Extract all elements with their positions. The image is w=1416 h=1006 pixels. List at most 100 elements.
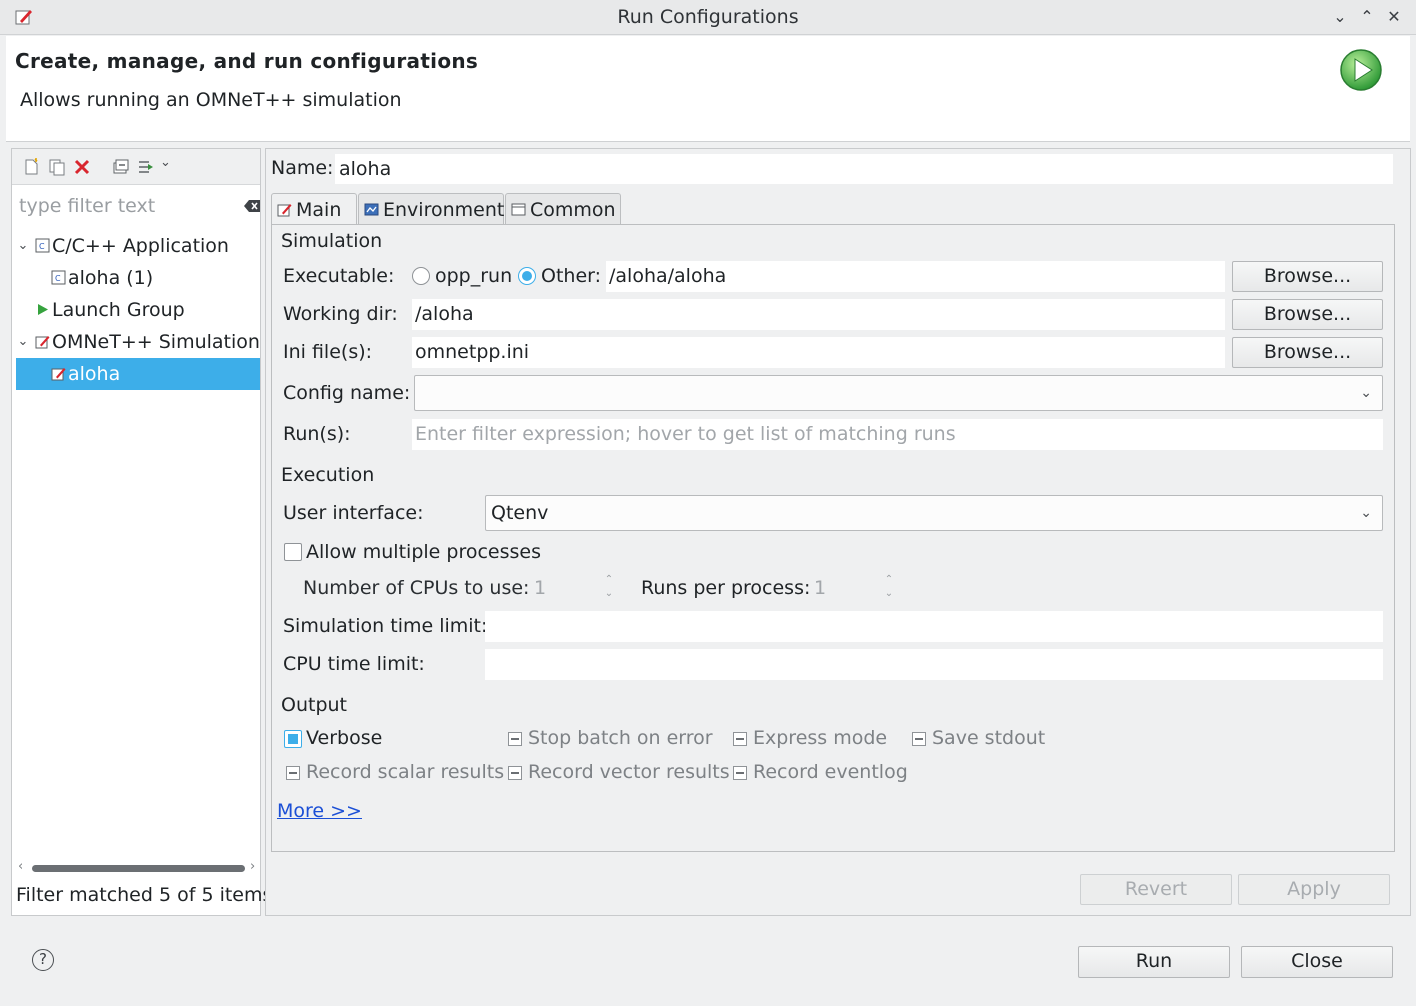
ini-files-label: Ini file(s):	[283, 341, 373, 363]
tree-item-omnetpp-simulation[interactable]: ⌄ OMNeT++ Simulation	[16, 326, 260, 358]
config-name-select[interactable]: ⌄	[414, 375, 1383, 411]
filter-input[interactable]	[16, 192, 236, 220]
ini-files-input[interactable]: omnetpp.ini	[412, 337, 1225, 368]
sim-time-limit-input[interactable]	[485, 611, 1383, 642]
clear-filter-icon[interactable]	[243, 198, 261, 214]
window-title: Run Configurations	[617, 6, 799, 28]
minimize-icon[interactable]: ⌄	[1329, 6, 1351, 28]
title-bar: Run Configurations ⌄ ⌃ ✕	[0, 0, 1416, 35]
horizontal-scrollbar[interactable]: ‹ ›	[18, 859, 258, 877]
chevron-down-icon[interactable]: ⌄	[16, 326, 30, 358]
apply-button[interactable]: Apply	[1238, 874, 1390, 905]
chevron-down-icon: ⌄	[1360, 505, 1372, 521]
scroll-right-icon[interactable]: ›	[250, 859, 255, 874]
allow-multiple-processes-checkbox[interactable]	[284, 543, 302, 561]
cpp-app-icon: C	[35, 238, 50, 253]
chevron-down-icon: ⌄	[1360, 385, 1372, 401]
user-interface-value: Qtenv	[491, 502, 549, 524]
section-output: Output	[281, 694, 347, 716]
runs-per-process-spinner[interactable]: ⌃ ⌄	[883, 573, 895, 603]
verbose-label: Verbose	[306, 727, 383, 749]
opp-run-radio[interactable]	[412, 267, 430, 285]
filter-box	[16, 192, 260, 222]
runs-per-process-value[interactable]: 1	[814, 577, 826, 599]
runs-per-process-label: Runs per process:	[641, 577, 811, 599]
cpu-time-limit-label: CPU time limit:	[283, 653, 425, 675]
cpus-value[interactable]: 1	[534, 577, 546, 599]
tree-item-cpp-application[interactable]: ⌄ C C/C++ Application	[16, 230, 260, 262]
cpus-spinner[interactable]: ⌃ ⌄	[603, 573, 615, 603]
tree-item-launch-group[interactable]: Launch Group	[16, 294, 260, 326]
omnetpp-icon	[277, 204, 292, 217]
browse-executable-button[interactable]: Browse...	[1232, 261, 1383, 292]
opp-run-label: opp_run	[435, 265, 513, 287]
stop-batch-checkbox[interactable]	[508, 732, 522, 746]
main-tab-panel: Simulation Executable: opp_run Other: /a…	[271, 224, 1395, 852]
svg-text:C: C	[39, 242, 45, 251]
other-label: Other:	[541, 265, 602, 287]
config-name-label: Config name:	[283, 382, 411, 404]
scroll-left-icon[interactable]: ‹	[18, 859, 23, 874]
configuration-tree: ⌄ C C/C++ Application C aloha (1) Launch…	[16, 230, 260, 390]
tab-common[interactable]: Common	[505, 193, 621, 225]
cpus-label: Number of CPUs to use:	[303, 577, 530, 599]
tab-environment[interactable]: Environment	[358, 193, 504, 225]
name-input[interactable]: aloha	[335, 154, 1393, 184]
scrollbar-thumb[interactable]	[32, 865, 245, 872]
tab-strip: Main Environment Common	[271, 193, 1395, 225]
record-scalar-checkbox[interactable]	[286, 766, 300, 780]
filter-menu-icon[interactable]	[137, 158, 155, 176]
close-button[interactable]: Close	[1241, 946, 1393, 978]
omnetpp-icon	[51, 368, 66, 381]
runs-input[interactable]: Enter filter expression; hover to get li…	[412, 419, 1383, 450]
common-icon	[511, 203, 526, 216]
browse-ini-button[interactable]: Browse...	[1232, 337, 1383, 368]
config-toolbar: ⌄	[12, 149, 260, 185]
chevron-down-icon[interactable]: ⌄	[16, 230, 30, 262]
chevron-down-icon[interactable]: ⌄	[160, 155, 171, 170]
user-interface-select[interactable]: Qtenv ⌄	[485, 495, 1383, 531]
header-title: Create, manage, and run configurations	[15, 49, 479, 73]
browse-working-dir-button[interactable]: Browse...	[1232, 299, 1383, 330]
configuration-list-pane: ⌄ ⌄ C C/C++ Application C aloha (1) Laun…	[11, 148, 272, 916]
working-dir-label: Working dir:	[283, 303, 398, 325]
tab-main[interactable]: Main	[271, 193, 357, 225]
tree-item-label: C/C++ Application	[52, 235, 229, 257]
executable-input[interactable]: /aloha/aloha	[606, 261, 1225, 292]
more-link[interactable]: More >>	[277, 800, 362, 822]
record-vector-checkbox[interactable]	[508, 766, 522, 780]
omnetpp-icon	[35, 336, 50, 349]
verbose-checkbox[interactable]	[284, 730, 302, 748]
duplicate-config-icon[interactable]	[48, 158, 66, 176]
express-mode-checkbox[interactable]	[733, 732, 747, 746]
executable-label: Executable:	[283, 265, 395, 287]
environment-icon	[364, 203, 379, 216]
tree-item-aloha[interactable]: aloha	[16, 358, 260, 390]
working-dir-input[interactable]: /aloha	[412, 299, 1225, 330]
record-eventlog-label: Record eventlog	[753, 761, 908, 783]
express-mode-label: Express mode	[753, 727, 888, 749]
new-config-icon[interactable]	[23, 158, 41, 176]
header-subtitle: Allows running an OMNeT++ simulation	[20, 89, 402, 111]
tree-item-aloha-1[interactable]: C aloha (1)	[16, 262, 260, 294]
close-window-icon[interactable]: ✕	[1383, 6, 1405, 28]
save-stdout-checkbox[interactable]	[912, 732, 926, 746]
cpp-app-icon: C	[51, 270, 66, 285]
name-label: Name:	[271, 157, 334, 179]
tree-item-label: OMNeT++ Simulation	[52, 331, 260, 353]
tab-label: Common	[530, 199, 616, 221]
record-eventlog-checkbox[interactable]	[733, 766, 747, 780]
save-stdout-label: Save stdout	[932, 727, 1046, 749]
delete-config-icon[interactable]	[73, 158, 91, 176]
tree-item-label: aloha (1)	[68, 267, 154, 289]
other-radio[interactable]	[518, 267, 536, 285]
cpu-time-limit-input[interactable]	[485, 649, 1383, 680]
run-button[interactable]: Run	[1078, 946, 1230, 978]
record-scalar-label: Record scalar results	[306, 761, 505, 783]
allow-multiple-processes-label: Allow multiple processes	[306, 541, 541, 563]
help-icon[interactable]: ?	[32, 949, 54, 971]
user-interface-label: User interface:	[283, 502, 424, 524]
collapse-all-icon[interactable]	[111, 158, 129, 176]
revert-button[interactable]: Revert	[1080, 874, 1232, 905]
maximize-icon[interactable]: ⌃	[1356, 6, 1378, 28]
